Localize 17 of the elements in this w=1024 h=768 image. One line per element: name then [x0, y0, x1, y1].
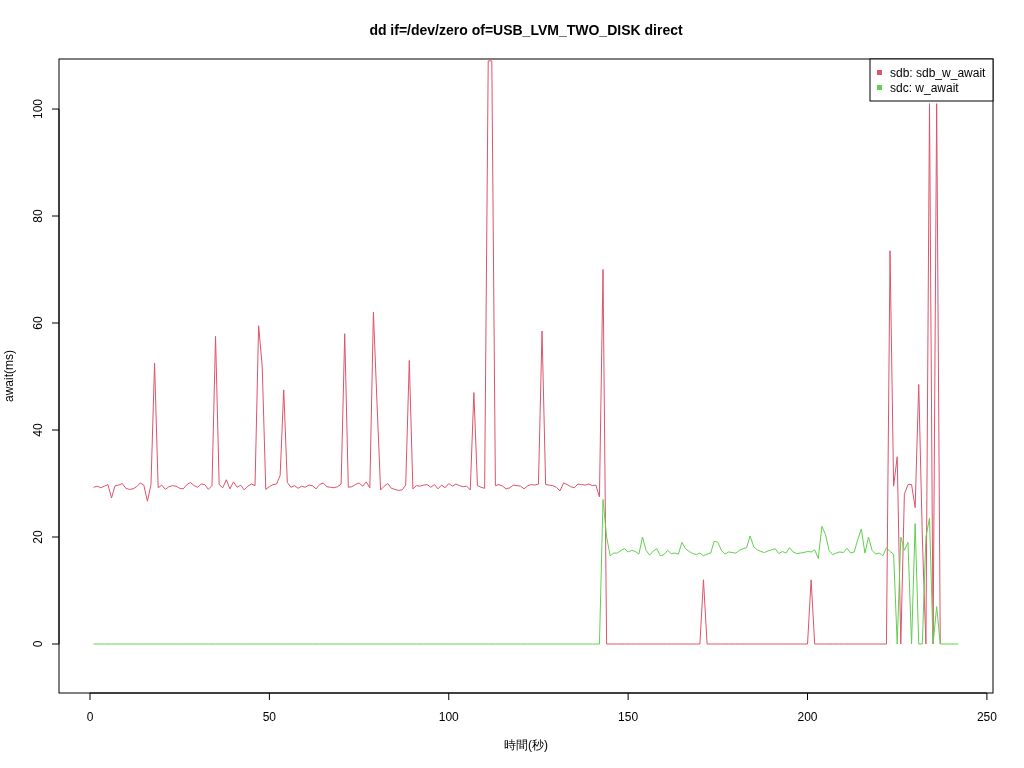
- legend-label: sdc: w_await: [890, 81, 959, 95]
- tick-label: 150: [618, 710, 639, 724]
- tick-label: 250: [976, 710, 997, 724]
- tick-label: 100: [438, 710, 459, 724]
- axis-label: 時間(秒): [504, 738, 548, 752]
- axis-label: await(ms): [2, 350, 16, 402]
- tick-label: 0: [86, 710, 94, 724]
- tick-label: 200: [797, 710, 818, 724]
- tick-label: 100: [31, 99, 45, 120]
- tick-label: 0: [31, 640, 45, 648]
- chart-title: dd if=/dev/zero of=USB_LVM_TWO_DISK direct: [369, 22, 683, 38]
- tick-label: 20: [31, 530, 45, 544]
- tick-label: 60: [31, 316, 45, 330]
- tick-label: 50: [262, 710, 277, 724]
- legend-label: sdb: sdb_w_await: [890, 66, 986, 80]
- tick-label: 80: [31, 209, 45, 223]
- tick-label: 40: [31, 423, 45, 437]
